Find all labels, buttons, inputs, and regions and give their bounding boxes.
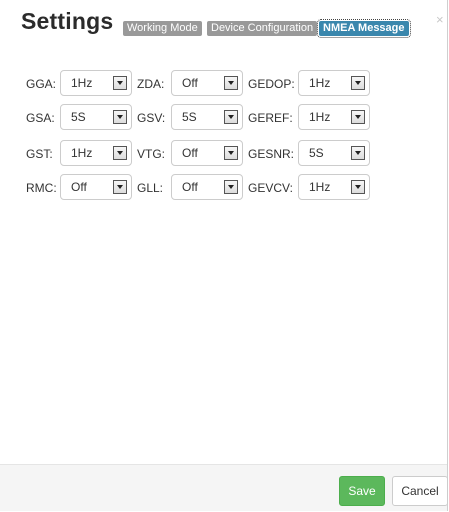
chevron-down-icon[interactable] <box>351 180 365 194</box>
geref-label: GEREF: <box>248 111 293 125</box>
gsa-label: GSA: <box>26 111 55 125</box>
tab-working-mode[interactable]: Working Mode <box>123 21 202 36</box>
rmc-label: RMC: <box>26 181 57 195</box>
gga-value: 1Hz <box>71 76 93 90</box>
zda-label: ZDA: <box>137 77 165 91</box>
chevron-down-icon[interactable] <box>224 110 238 124</box>
close-icon[interactable]: × <box>436 12 444 27</box>
gst-label: GST: <box>26 147 53 161</box>
gevcv-value: 1Hz <box>309 180 331 194</box>
gsv-label: GSV: <box>137 111 166 125</box>
gevcv-select[interactable]: 1Hz <box>298 174 370 200</box>
save-button[interactable]: Save <box>339 476 385 506</box>
zda-select[interactable]: Off <box>171 70 243 96</box>
modal-header: Settings Working Mode Device Configurati… <box>0 0 447 46</box>
chevron-down-icon[interactable] <box>351 110 365 124</box>
cancel-button[interactable]: Cancel <box>392 476 448 506</box>
gedop-value: 1Hz <box>309 76 331 90</box>
tab-nmea-message[interactable]: NMEA Message <box>317 19 411 38</box>
gesnr-select[interactable]: 5S <box>298 140 370 166</box>
gst-value: 1Hz <box>71 146 93 160</box>
chevron-down-icon[interactable] <box>224 76 238 90</box>
gga-select[interactable]: 1Hz <box>60 70 132 96</box>
gga-label: GGA: <box>26 77 57 91</box>
gll-value: Off <box>182 180 198 194</box>
gll-label: GLL: <box>137 181 164 195</box>
vtg-select[interactable]: Off <box>171 140 243 166</box>
geref-select[interactable]: 1Hz <box>298 104 370 130</box>
rmc-select[interactable]: Off <box>60 174 132 200</box>
chevron-down-icon[interactable] <box>224 180 238 194</box>
gedop-label: GEDOP: <box>248 77 295 91</box>
zda-value: Off <box>182 76 198 90</box>
geref-value: 1Hz <box>309 110 331 124</box>
chevron-down-icon[interactable] <box>113 146 127 160</box>
gedop-select[interactable]: 1Hz <box>298 70 370 96</box>
vtg-label: VTG: <box>137 147 166 161</box>
chevron-down-icon[interactable] <box>351 146 365 160</box>
gst-select[interactable]: 1Hz <box>60 140 132 166</box>
gevcv-label: GEVCV: <box>248 181 293 195</box>
chevron-down-icon[interactable] <box>113 76 127 90</box>
gsv-value: 5S <box>182 110 197 124</box>
chevron-down-icon[interactable] <box>224 146 238 160</box>
tab-device-configuration[interactable]: Device Configuration <box>207 21 318 36</box>
chevron-down-icon[interactable] <box>113 180 127 194</box>
chevron-down-icon[interactable] <box>113 110 127 124</box>
modal-title: Settings <box>21 8 114 34</box>
vtg-value: Off <box>182 146 198 160</box>
gesnr-value: 5S <box>309 146 324 160</box>
gesnr-label: GESNR: <box>248 147 295 161</box>
chevron-down-icon[interactable] <box>351 76 365 90</box>
gll-select[interactable]: Off <box>171 174 243 200</box>
settings-modal: Settings Working Mode Device Configurati… <box>0 0 448 511</box>
gsv-select[interactable]: 5S <box>171 104 243 130</box>
gsa-value: 5S <box>71 110 86 124</box>
gsa-select[interactable]: 5S <box>60 104 132 130</box>
rmc-value: Off <box>71 180 87 194</box>
